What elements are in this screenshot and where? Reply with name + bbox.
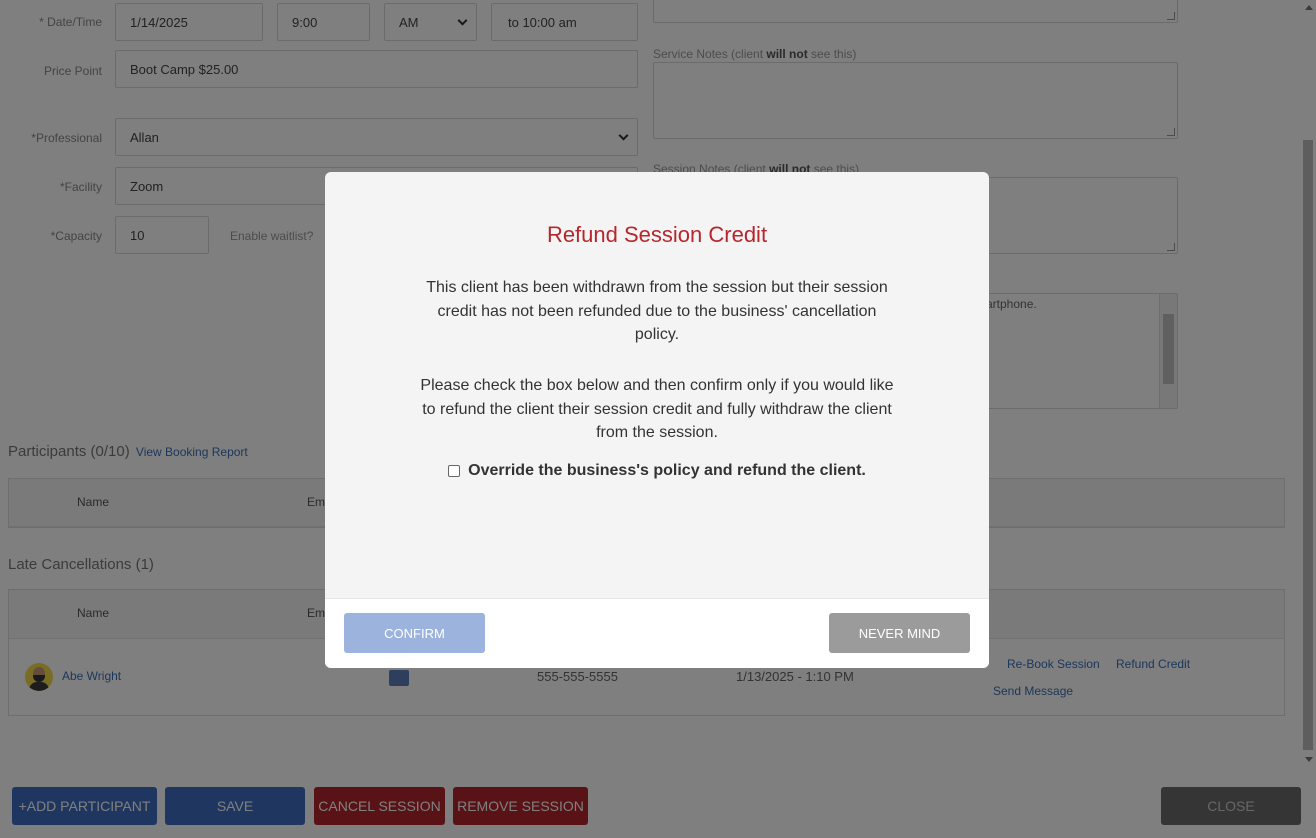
- override-policy-checkbox[interactable]: [448, 465, 461, 477]
- never-mind-button[interactable]: NEVER MIND: [829, 613, 970, 653]
- override-policy-label[interactable]: Override the business's policy and refun…: [468, 462, 866, 480]
- override-policy-row[interactable]: Override the business's policy and refun…: [325, 462, 989, 480]
- modal-footer: CONFIRM NEVER MIND: [325, 598, 989, 668]
- confirm-button[interactable]: CONFIRM: [344, 613, 485, 653]
- refund-session-credit-dialog: Refund Session Credit This client has be…: [325, 172, 989, 668]
- modal-message-2: Please check the box below and then conf…: [420, 377, 894, 441]
- modal-title: Refund Session Credit: [546, 222, 768, 247]
- modal-message-1: This client has been withdrawn from the …: [426, 279, 888, 343]
